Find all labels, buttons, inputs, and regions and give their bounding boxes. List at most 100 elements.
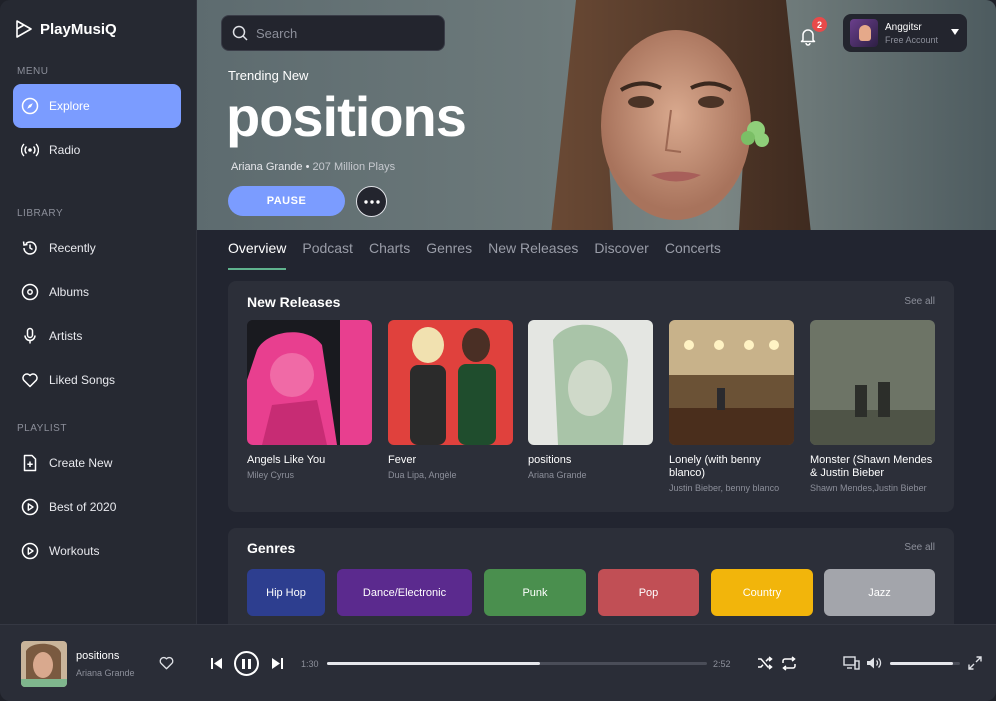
add-file-icon (23, 454, 37, 472)
brand[interactable]: PlayMusiQ (16, 20, 117, 38)
volume-icon (867, 657, 882, 669)
fullscreen-button[interactable] (967, 655, 983, 671)
album-artist: Shawn Mendes,Justin Bieber (810, 483, 927, 493)
genre-tile-country[interactable]: Country (711, 569, 813, 616)
player-bar: positions Ariana Grande 1:30 2:52 (0, 624, 996, 701)
sidebar-item-label: Liked Songs (49, 373, 116, 387)
devices-button[interactable] (842, 655, 860, 671)
caret-down-icon (951, 29, 959, 35)
volume-slider[interactable] (890, 662, 960, 665)
hero-title: positions (226, 85, 467, 148)
genre-tile-dance-electronic[interactable]: Dance/Electronic (337, 569, 472, 616)
album-artist: Ariana Grande (528, 470, 587, 480)
seek-bar[interactable] (327, 662, 707, 665)
pause-icon (242, 658, 251, 669)
sidebar-item-label: Best of 2020 (49, 500, 117, 514)
album-cover-art (669, 320, 794, 445)
tab-charts[interactable]: Charts (369, 240, 410, 270)
hero-banner: Trending New positions Ariana Grande • 2… (197, 0, 996, 230)
album-cover-art (388, 320, 513, 445)
like-button[interactable] (158, 655, 174, 671)
menu-section-label: MENU (17, 66, 49, 77)
account-info: Anggitsr Free Account (885, 22, 938, 45)
artist-portrait (551, 0, 811, 230)
genre-tile-pop[interactable]: Pop (598, 569, 699, 616)
see-all-link[interactable]: See all (904, 542, 935, 553)
album-cover (528, 320, 653, 445)
play-pause-button[interactable] (234, 651, 259, 676)
album-title: Monster (Shawn Mendes & Justin Bieber (810, 454, 933, 479)
pause-button[interactable]: PAUSE (228, 186, 345, 216)
tab-new-releases[interactable]: New Releases (488, 240, 578, 270)
genre-tile-jazz[interactable]: Jazz (824, 569, 935, 616)
album-card[interactable]: Monster (Shawn Mendes & Justin Bieber Sh… (810, 320, 935, 494)
brand-name: PlayMusiQ (40, 20, 117, 38)
avatar (850, 19, 878, 47)
meta-separator: • (305, 161, 313, 173)
sidebar-item-liked-songs[interactable]: Liked Songs (13, 358, 181, 402)
album-cover (669, 320, 794, 445)
album-cover-art (528, 320, 653, 445)
sidebar-item-albums[interactable]: Albums (13, 270, 181, 314)
see-all-link[interactable]: See all (904, 296, 935, 307)
genre-tile-hip-hop[interactable]: Hip Hop (247, 569, 325, 616)
sidebar-item-workouts[interactable]: Workouts (13, 529, 181, 573)
elapsed-time: 1:30 (301, 659, 319, 669)
sidebar-item-artists[interactable]: Artists (13, 314, 181, 358)
account-name: Anggitsr (885, 21, 922, 33)
album-card[interactable]: positions Ariana Grande (528, 320, 653, 481)
library-section-label: LIBRARY (17, 208, 64, 219)
album-card[interactable]: Angels Like You Miley Cyrus (247, 320, 372, 481)
search-bar[interactable] (221, 15, 445, 51)
radio-icon (21, 143, 39, 157)
album-title: Angels Like You (247, 454, 326, 466)
total-duration: 2:52 (713, 659, 731, 669)
tab-overview[interactable]: Overview (228, 240, 287, 270)
skip-forward-icon (271, 657, 283, 669)
shuffle-button[interactable] (756, 655, 773, 671)
album-cover (247, 320, 372, 445)
now-playing-cover[interactable] (21, 641, 67, 687)
tab-podcast[interactable]: Podcast (302, 240, 353, 270)
new-releases-section: New Releases See all Angels Like You Mil… (228, 281, 954, 512)
notification-badge: 2 (812, 17, 827, 32)
account-menu[interactable]: Anggitsr Free Account (843, 14, 967, 52)
next-button[interactable] (270, 656, 284, 670)
more-options-button[interactable] (356, 186, 387, 217)
album-artist: Miley Cyrus (247, 470, 295, 480)
sidebar-item-recently[interactable]: Recently (13, 226, 181, 270)
now-playing-title[interactable]: positions (76, 650, 119, 662)
ellipsis-icon (363, 199, 380, 204)
volume-button[interactable] (865, 655, 883, 671)
hero-meta: Ariana Grande • 207 Million Plays (231, 161, 395, 173)
album-cover-art (810, 320, 935, 445)
sidebar-item-label: Workouts (49, 544, 100, 558)
now-playing-cover-art (21, 641, 67, 687)
sidebar-item-radio[interactable]: Radio (13, 128, 181, 172)
album-card[interactable]: Fever Dua Lipa, Angèle (388, 320, 513, 481)
album-card[interactable]: Lonely (with benny blanco) Justin Bieber… (669, 320, 794, 494)
album-cover (810, 320, 935, 445)
genre-tile-punk[interactable]: Punk (484, 569, 586, 616)
section-title: New Releases (247, 294, 341, 310)
search-input[interactable] (256, 25, 426, 41)
album-cover (388, 320, 513, 445)
tab-concerts[interactable]: Concerts (665, 240, 721, 270)
previous-button[interactable] (209, 656, 223, 670)
sidebar-item-create-new[interactable]: Create New (13, 441, 181, 485)
sidebar-item-best-of-2020[interactable]: Best of 2020 (13, 485, 181, 529)
tab-genres[interactable]: Genres (426, 240, 472, 270)
volume-slider-fill (890, 662, 953, 665)
album-artist: Dua Lipa, Angèle (388, 470, 457, 480)
sidebar-item-explore[interactable]: Explore (13, 84, 181, 128)
repeat-button[interactable] (780, 655, 797, 671)
section-title: Genres (247, 540, 296, 556)
play-circle-icon (21, 542, 39, 560)
album-title: Lonely (with benny blanco) (669, 454, 761, 479)
hero-artist[interactable]: Ariana Grande (231, 161, 303, 173)
tab-discover[interactable]: Discover (594, 240, 648, 270)
now-playing-artist[interactable]: Ariana Grande (76, 668, 135, 678)
shuffle-icon (757, 656, 773, 670)
heart-icon (159, 656, 173, 670)
history-icon (22, 241, 37, 255)
